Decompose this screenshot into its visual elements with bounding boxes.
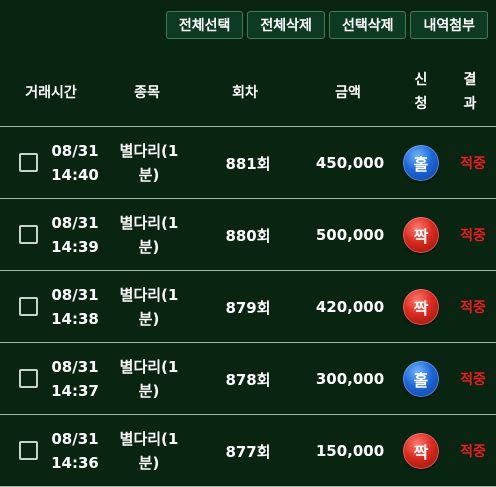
game-item: 별다리(1 분) <box>106 199 192 271</box>
round-number: 879회 <box>225 298 271 317</box>
even-ball-icon: 짝 <box>403 217 439 253</box>
bet-result: 적중 <box>460 444 486 460</box>
bet-amount: 500,000 <box>315 226 385 244</box>
game-item-line2: 분) <box>138 310 160 328</box>
select-all-button[interactable]: 전체선택 <box>165 11 244 39</box>
game-item: 별다리(1 분) <box>106 127 192 199</box>
trade-clock: 14:40 <box>51 166 99 184</box>
odd-ball-icon: 홀 <box>403 145 439 181</box>
even-ball-icon: 짝 <box>403 289 439 325</box>
trade-date: 08/31 <box>51 286 99 304</box>
trade-time: 08/31 14:37 <box>44 343 106 415</box>
table-row: 08/31 14:36 별다리(1 분) 877회 150,000 짝 적중 <box>0 415 496 487</box>
bet-amount: 450,000 <box>315 154 385 172</box>
game-item-line1: 별다리(1 <box>119 430 179 448</box>
row-checkbox[interactable] <box>19 441 38 460</box>
trade-clock: 14:38 <box>51 310 99 328</box>
trade-clock: 14:39 <box>51 238 99 256</box>
row-checkbox[interactable] <box>19 153 38 172</box>
header-result-line1: 결 <box>463 72 477 88</box>
bet-choice: 짝 <box>398 415 444 487</box>
header-bet-line1: 신 <box>414 72 428 88</box>
header-result: 결 과 <box>444 58 496 126</box>
row-checkbox[interactable] <box>19 225 38 244</box>
bet-choice: 짝 <box>398 271 444 343</box>
round-number: 877회 <box>225 442 271 461</box>
round-number: 881회 <box>225 154 271 173</box>
row-checkbox[interactable] <box>19 297 38 316</box>
round-number: 878회 <box>225 370 271 389</box>
trade-date: 08/31 <box>51 430 99 448</box>
bet-result: 적중 <box>460 228 486 244</box>
table-row: 08/31 14:37 별다리(1 분) 878회 300,000 홀 적중 <box>0 343 496 415</box>
header-bet: 신 청 <box>398 58 444 126</box>
trade-date: 08/31 <box>51 214 99 232</box>
trade-date: 08/31 <box>51 142 99 160</box>
game-item-line2: 분) <box>138 238 160 256</box>
even-ball-icon: 짝 <box>403 433 439 469</box>
bet-result: 적중 <box>460 300 486 316</box>
trade-time: 08/31 14:39 <box>44 199 106 271</box>
game-item-line2: 분) <box>138 382 160 400</box>
bet-result: 적중 <box>460 156 486 172</box>
trade-clock: 14:36 <box>51 454 99 472</box>
trade-clock: 14:37 <box>51 382 99 400</box>
header-amount: 금액 <box>335 85 361 101</box>
game-item-line2: 분) <box>138 166 160 184</box>
header-bet-line2: 청 <box>414 96 428 112</box>
game-item-line2: 분) <box>138 454 160 472</box>
delete-all-button[interactable]: 전체삭제 <box>247 11 325 39</box>
game-item: 별다리(1 분) <box>106 415 192 487</box>
bet-choice: 홀 <box>398 343 444 415</box>
row-checkbox[interactable] <box>19 369 38 388</box>
bet-choice: 홀 <box>398 127 444 199</box>
game-item-line1: 별다리(1 <box>119 214 179 232</box>
header-round: 회차 <box>232 85 258 101</box>
game-item: 별다리(1 분) <box>106 343 192 415</box>
toolbar: 전체선택 전체삭제 선택삭제 내역첨부 <box>0 11 496 39</box>
delete-selected-button[interactable]: 선택삭제 <box>328 11 407 39</box>
table-row: 08/31 14:39 별다리(1 분) 880회 500,000 짝 적중 <box>0 199 496 271</box>
table-row: 08/31 14:40 별다리(1 분) 881회 450,000 홀 적중 <box>0 127 496 199</box>
bet-result: 적중 <box>460 372 486 388</box>
table-header: 거래시간 종목 회차 금액 신 청 결 과 <box>0 58 496 127</box>
game-item-line1: 별다리(1 <box>119 286 179 304</box>
odd-ball-icon: 홀 <box>403 361 439 397</box>
round-number: 880회 <box>225 226 271 245</box>
table-row: 08/31 14:38 별다리(1 분) 879회 420,000 짝 적중 <box>0 271 496 343</box>
trade-time: 08/31 14:40 <box>44 127 106 199</box>
header-item: 종목 <box>134 85 160 101</box>
bet-amount: 150,000 <box>315 442 385 460</box>
attach-history-button[interactable]: 내역첨부 <box>410 11 488 39</box>
header-time: 거래시간 <box>25 85 77 101</box>
header-result-line2: 과 <box>463 96 477 112</box>
trade-date: 08/31 <box>51 358 99 376</box>
trade-time: 08/31 14:38 <box>44 271 106 343</box>
game-item-line1: 별다리(1 <box>119 358 179 376</box>
trade-time: 08/31 14:36 <box>44 415 106 487</box>
bet-choice: 짝 <box>398 199 444 271</box>
bet-amount: 300,000 <box>315 370 385 388</box>
game-item-line1: 별다리(1 <box>119 142 179 160</box>
game-item: 별다리(1 분) <box>106 271 192 343</box>
bet-amount: 420,000 <box>315 298 385 316</box>
